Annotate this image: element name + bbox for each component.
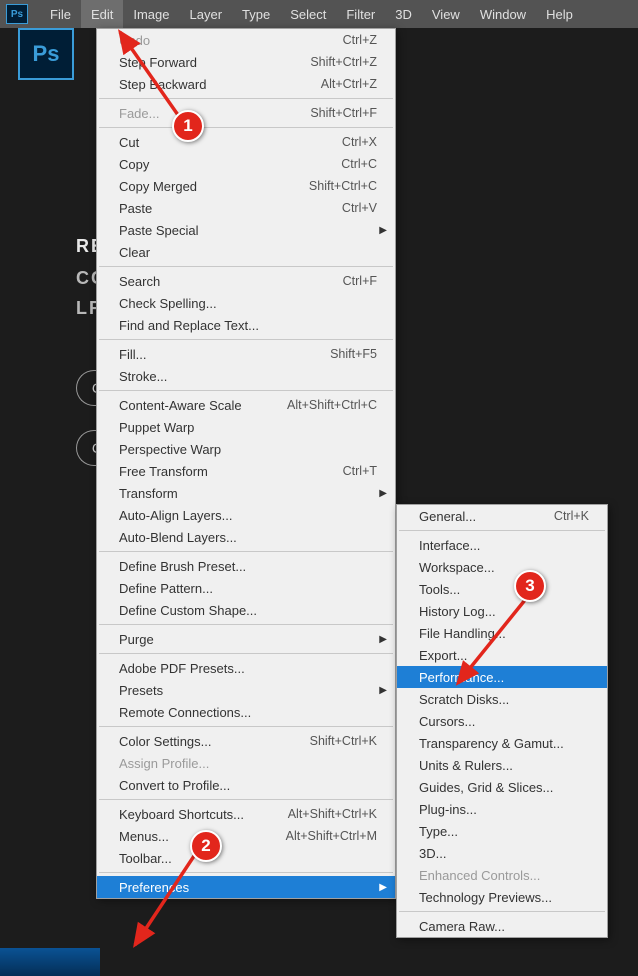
- menubar: Ps FileEditImageLayerTypeSelectFilter3DV…: [0, 0, 638, 28]
- edit-item-convert-to-profile[interactable]: Convert to Profile...: [97, 774, 395, 796]
- submenu-arrow-icon: ▶: [379, 225, 387, 236]
- edit-item-remote-connections[interactable]: Remote Connections...: [97, 701, 395, 723]
- edit-item-paste[interactable]: PasteCtrl+V: [97, 197, 395, 219]
- edit-item-undo: UndoCtrl+Z: [97, 29, 395, 51]
- menu-filter[interactable]: Filter: [336, 0, 385, 28]
- submenu-arrow-icon: ▶: [379, 882, 387, 893]
- submenu-arrow-icon: ▶: [379, 634, 387, 645]
- pref-item-general[interactable]: General...Ctrl+K: [397, 505, 607, 527]
- pref-item-scratch-disks[interactable]: Scratch Disks...: [397, 688, 607, 710]
- pref-item-export[interactable]: Export...: [397, 644, 607, 666]
- menu-type[interactable]: Type: [232, 0, 280, 28]
- menu-layer[interactable]: Layer: [180, 0, 233, 28]
- menu-window[interactable]: Window: [470, 0, 536, 28]
- edit-dropdown: UndoCtrl+ZStep ForwardShift+Ctrl+ZStep B…: [96, 28, 396, 899]
- menu-help[interactable]: Help: [536, 0, 583, 28]
- edit-item-clear[interactable]: Clear: [97, 241, 395, 263]
- edit-item-auto-align-layers[interactable]: Auto-Align Layers...: [97, 504, 395, 526]
- edit-item-perspective-warp[interactable]: Perspective Warp: [97, 438, 395, 460]
- edit-item-fade: Fade...Shift+Ctrl+F: [97, 102, 395, 124]
- pref-item-history-log[interactable]: History Log...: [397, 600, 607, 622]
- taskbar-fragment: [0, 948, 100, 976]
- edit-item-preferences[interactable]: Preferences▶: [97, 876, 395, 898]
- menu-view[interactable]: View: [422, 0, 470, 28]
- submenu-arrow-icon: ▶: [379, 685, 387, 696]
- edit-item-puppet-warp[interactable]: Puppet Warp: [97, 416, 395, 438]
- edit-item-paste-special[interactable]: Paste Special▶: [97, 219, 395, 241]
- edit-item-cut[interactable]: CutCtrl+X: [97, 131, 395, 153]
- edit-item-define-brush-preset[interactable]: Define Brush Preset...: [97, 555, 395, 577]
- pref-item-units-rulers[interactable]: Units & Rulers...: [397, 754, 607, 776]
- pref-item-interface[interactable]: Interface...: [397, 534, 607, 556]
- edit-item-auto-blend-layers[interactable]: Auto-Blend Layers...: [97, 526, 395, 548]
- pref-item-file-handling[interactable]: File Handling...: [397, 622, 607, 644]
- pref-item-3d[interactable]: 3D...: [397, 842, 607, 864]
- callout-1: 1: [172, 110, 204, 142]
- callout-2: 2: [190, 830, 222, 862]
- edit-item-stroke[interactable]: Stroke...: [97, 365, 395, 387]
- pref-item-transparency-gamut[interactable]: Transparency & Gamut...: [397, 732, 607, 754]
- pref-item-workspace[interactable]: Workspace...: [397, 556, 607, 578]
- pref-item-tools[interactable]: Tools...: [397, 578, 607, 600]
- preferences-submenu: General...Ctrl+K Interface...Workspace...…: [396, 504, 608, 938]
- app-icon-small: Ps: [6, 4, 28, 24]
- edit-item-step-backward[interactable]: Step BackwardAlt+Ctrl+Z: [97, 73, 395, 95]
- edit-item-color-settings[interactable]: Color Settings...Shift+Ctrl+K: [97, 730, 395, 752]
- app-icon-large: Ps: [18, 28, 74, 80]
- menu-file[interactable]: File: [40, 0, 81, 28]
- pref-item-guides-grid-slices[interactable]: Guides, Grid & Slices...: [397, 776, 607, 798]
- callout-3: 3: [514, 570, 546, 602]
- edit-item-copy-merged[interactable]: Copy MergedShift+Ctrl+C: [97, 175, 395, 197]
- edit-item-step-forward[interactable]: Step ForwardShift+Ctrl+Z: [97, 51, 395, 73]
- edit-item-adobe-pdf-presets[interactable]: Adobe PDF Presets...: [97, 657, 395, 679]
- pref-item-cursors[interactable]: Cursors...: [397, 710, 607, 732]
- edit-item-presets[interactable]: Presets▶: [97, 679, 395, 701]
- edit-item-toolbar[interactable]: Toolbar...: [97, 847, 395, 869]
- edit-item-content-aware-scale[interactable]: Content-Aware ScaleAlt+Shift+Ctrl+C: [97, 394, 395, 416]
- edit-item-find-and-replace-text[interactable]: Find and Replace Text...: [97, 314, 395, 336]
- edit-item-define-pattern[interactable]: Define Pattern...: [97, 577, 395, 599]
- edit-item-keyboard-shortcuts[interactable]: Keyboard Shortcuts...Alt+Shift+Ctrl+K: [97, 803, 395, 825]
- edit-item-purge[interactable]: Purge▶: [97, 628, 395, 650]
- submenu-arrow-icon: ▶: [379, 488, 387, 499]
- pref-item-enhanced-controls: Enhanced Controls...: [397, 864, 607, 886]
- edit-item-transform[interactable]: Transform▶: [97, 482, 395, 504]
- edit-item-define-custom-shape[interactable]: Define Custom Shape...: [97, 599, 395, 621]
- menu-3d[interactable]: 3D: [385, 0, 422, 28]
- edit-item-assign-profile: Assign Profile...: [97, 752, 395, 774]
- pref-item-type[interactable]: Type...: [397, 820, 607, 842]
- menu-edit[interactable]: Edit: [81, 0, 123, 28]
- edit-item-copy[interactable]: CopyCtrl+C: [97, 153, 395, 175]
- edit-item-check-spelling[interactable]: Check Spelling...: [97, 292, 395, 314]
- edit-item-free-transform[interactable]: Free TransformCtrl+T: [97, 460, 395, 482]
- menu-select[interactable]: Select: [280, 0, 336, 28]
- edit-item-menus[interactable]: Menus...Alt+Shift+Ctrl+M: [97, 825, 395, 847]
- pref-item-camera-raw[interactable]: Camera Raw...: [397, 915, 607, 937]
- pref-item-plug-ins[interactable]: Plug-ins...: [397, 798, 607, 820]
- edit-item-search[interactable]: SearchCtrl+F: [97, 270, 395, 292]
- pref-item-technology-previews[interactable]: Technology Previews...: [397, 886, 607, 908]
- pref-item-performance[interactable]: Performance...: [397, 666, 607, 688]
- menu-image[interactable]: Image: [123, 0, 179, 28]
- edit-item-fill[interactable]: Fill...Shift+F5: [97, 343, 395, 365]
